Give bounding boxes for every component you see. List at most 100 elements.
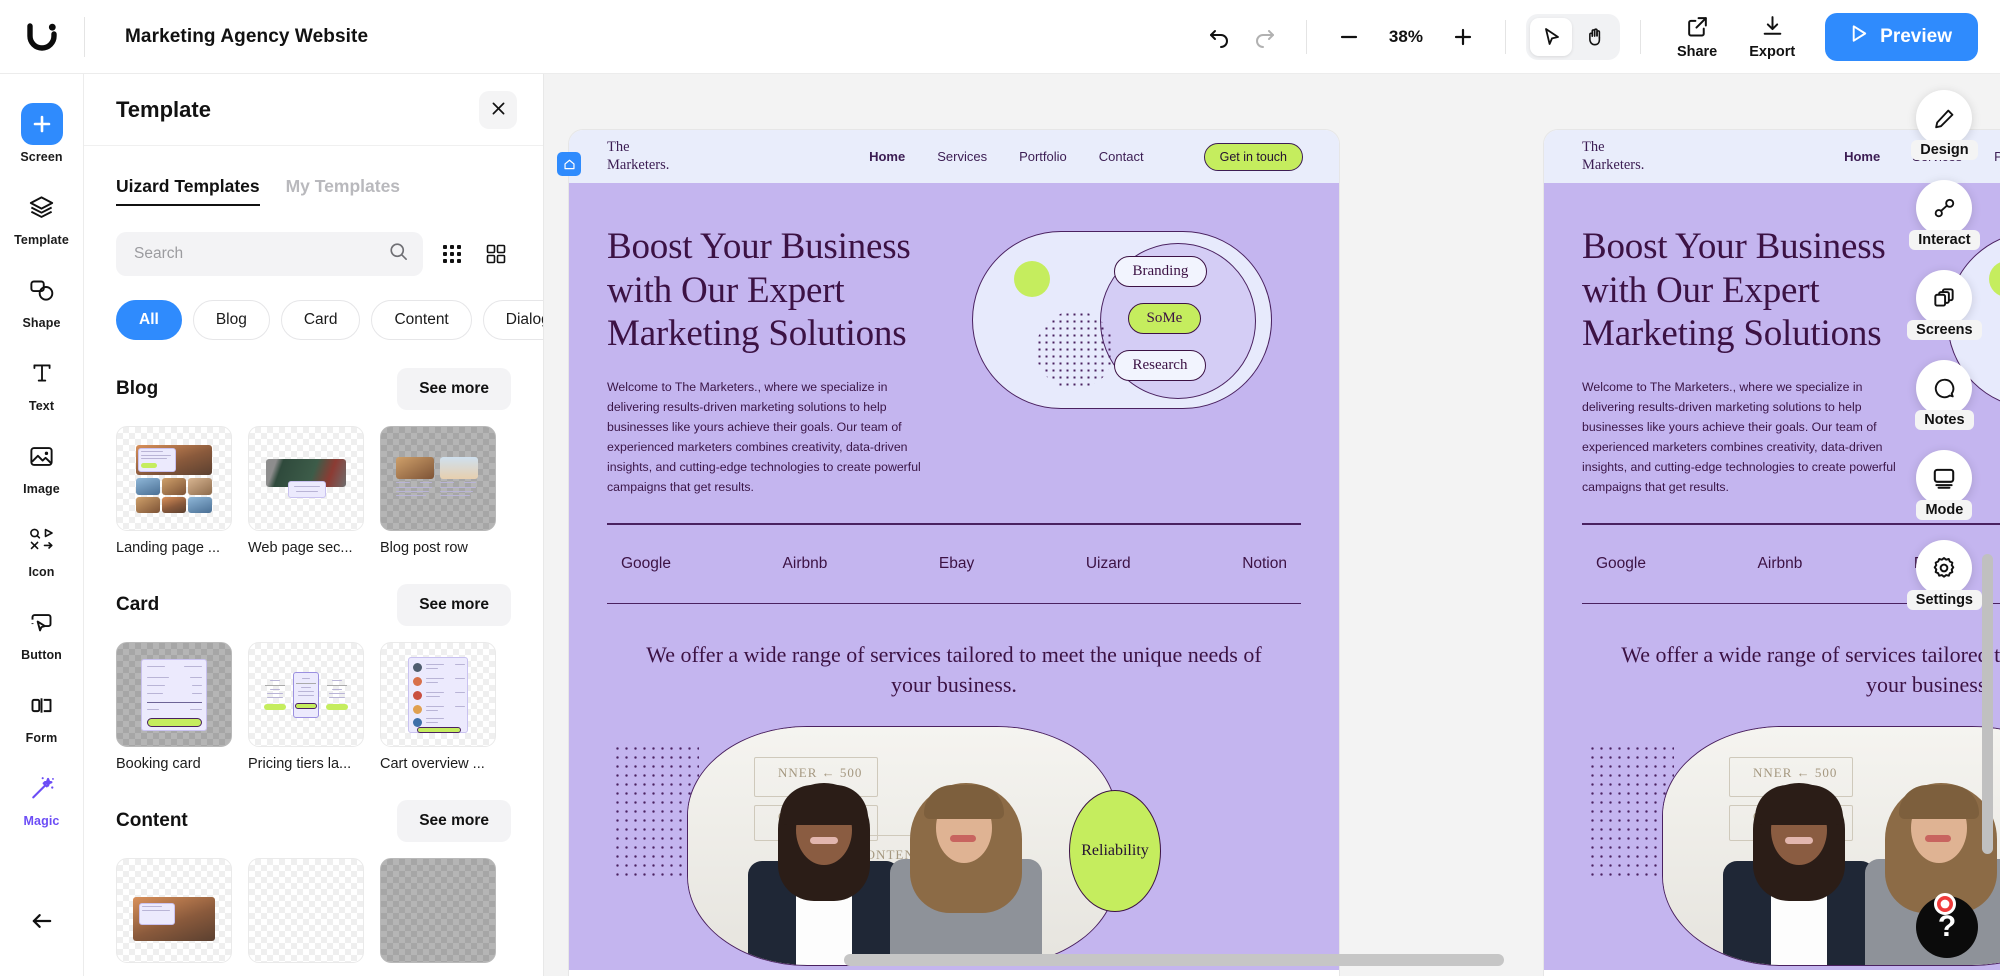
plus-icon	[20, 103, 63, 145]
template-card[interactable]	[380, 858, 496, 972]
template-name: Booking card	[116, 756, 201, 772]
chip-card[interactable]: Card	[280, 300, 361, 340]
team-person-2	[884, 775, 1048, 965]
panel-title: Template	[116, 96, 211, 122]
sidebar-item-button[interactable]: Button	[0, 590, 84, 673]
chip-blog[interactable]: Blog	[192, 300, 270, 340]
team-person-1	[744, 779, 904, 965]
dock-item-interact[interactable]: Interact	[1909, 180, 1980, 250]
venn-pill-research: Research	[1113, 350, 1207, 381]
sidebar-item-form[interactable]: Form	[0, 673, 84, 756]
preview-button[interactable]: Preview	[1825, 12, 1978, 61]
form-icon	[21, 684, 63, 726]
uizard-logo-icon[interactable]	[0, 20, 84, 54]
topbar-divider	[84, 16, 85, 57]
home-icon[interactable]	[557, 152, 581, 176]
close-icon	[490, 100, 507, 120]
sidebar-item-shape[interactable]: Shape	[0, 258, 84, 341]
template-card[interactable]: Booking card	[116, 642, 232, 772]
nav-link-home[interactable]: Home	[869, 149, 905, 164]
chip-dialog[interactable]: Dialog	[482, 300, 543, 340]
dock-item-mode[interactable]: Mode	[1916, 450, 1973, 520]
grid-large-icon[interactable]	[481, 239, 511, 269]
search-input[interactable]	[134, 245, 388, 263]
template-card[interactable]: Landing page ...	[116, 426, 232, 556]
template-card[interactable]: Cart overview ...	[380, 642, 496, 772]
template-grid-content	[116, 858, 511, 972]
hero-copy-2: Boost Your Business with Our Expert Mark…	[1582, 225, 1917, 497]
template-panel-header: Template	[84, 74, 543, 146]
canvas-vertical-scrollbar[interactable]	[1982, 554, 1993, 854]
zoom-out-button[interactable]	[1327, 15, 1371, 59]
template-card[interactable]: Web page sec...	[248, 426, 364, 556]
template-card[interactable]: Blog post row	[380, 426, 496, 556]
client-logo-google: Google	[1596, 554, 1646, 572]
template-thumbnail	[380, 426, 496, 531]
template-name: Blog post row	[380, 540, 468, 556]
cursor-arrow-icon[interactable]	[1529, 17, 1572, 56]
search-row	[116, 232, 511, 276]
zoom-in-button[interactable]	[1441, 15, 1485, 59]
template-card[interactable]	[248, 858, 364, 972]
grid-small-icon[interactable]	[437, 239, 467, 269]
design-canvas[interactable]: The Marketers. Home Services Portfolio C…	[544, 74, 2000, 976]
see-more-card-button[interactable]: See more	[397, 584, 511, 626]
chip-all[interactable]: All	[116, 300, 182, 340]
search-box[interactable]	[116, 232, 423, 276]
sidebar-item-image[interactable]: Image	[0, 424, 84, 507]
sidebar-item-template[interactable]: Template	[0, 175, 84, 258]
help-button[interactable]: ?	[1916, 893, 1978, 958]
site-nav-links: Home Services Portfolio Contact Get in t…	[869, 142, 1303, 171]
undo-button[interactable]	[1198, 15, 1242, 59]
website-preview: The Marketers. Home Services Portfolio C…	[569, 130, 1339, 970]
template-name: Web page sec...	[248, 540, 353, 556]
tab-uizard-templates[interactable]: Uizard Templates	[116, 176, 260, 206]
stacked-screens-icon	[1916, 270, 1973, 326]
search-icon[interactable]	[388, 241, 409, 267]
sidebar-item-screen[interactable]: Screen	[0, 92, 84, 175]
export-button[interactable]: Export	[1733, 10, 1811, 64]
template-card[interactable]: Pricing tiers la...	[248, 642, 364, 772]
text-t-icon	[21, 352, 63, 394]
nav-link-contact[interactable]: Contact	[1099, 149, 1144, 164]
redo-button[interactable]	[1242, 15, 1286, 59]
canvas-horizontal-scrollbar[interactable]	[844, 954, 1504, 966]
dock-item-notes[interactable]: Notes	[1915, 360, 1974, 430]
sidebar-item-icon[interactable]: Icon	[0, 507, 84, 590]
artboard-screen-1[interactable]: The Marketers. Home Services Portfolio C…	[569, 130, 1339, 976]
brand-line-1: The	[607, 139, 630, 156]
sidebar-item-magic[interactable]: Magic	[0, 756, 84, 839]
notification-badge	[1934, 893, 1956, 915]
see-more-content-button[interactable]: See more	[397, 800, 511, 842]
nav-link-services[interactable]: Services	[937, 149, 987, 164]
venn-pill-some: SoMe	[1127, 303, 1202, 334]
collapse-sidebar-button[interactable]	[19, 900, 65, 946]
sidebar-label-form: Form	[25, 731, 58, 745]
dock-item-design[interactable]: Design	[1911, 90, 1978, 160]
hero-illustration: Branding SoMe Research	[942, 225, 1301, 497]
get-in-touch-button[interactable]: Get in touch	[1203, 142, 1303, 171]
chip-content[interactable]: Content	[371, 300, 472, 340]
dock-label-interact: Interact	[1909, 230, 1980, 250]
sidebar-item-text[interactable]: Text	[0, 341, 84, 424]
layers-icon	[21, 186, 63, 228]
client-logos: Google Airbnb Ebay Uizard Notion	[607, 525, 1301, 603]
app-root: Marketing Agency Website 38% Share Expor…	[0, 0, 2000, 976]
template-name: Cart overview ...	[380, 756, 485, 772]
nav-link-portfolio[interactable]: Portfolio	[1994, 149, 2000, 164]
nav-link-home[interactable]: Home	[1844, 149, 1880, 164]
nav-link-portfolio[interactable]: Portfolio	[1019, 149, 1067, 164]
dock-item-screens[interactable]: Screens	[1907, 270, 1982, 340]
download-icon	[1760, 14, 1785, 42]
template-card[interactable]	[116, 858, 232, 972]
tab-my-templates[interactable]: My Templates	[286, 176, 400, 206]
hand-icon[interactable]	[1574, 18, 1616, 56]
sidebar-label-template: Template	[14, 233, 69, 247]
see-more-blog-button[interactable]: See more	[397, 368, 511, 410]
close-panel-button[interactable]	[479, 90, 517, 129]
template-tabs: Uizard Templates My Templates	[116, 146, 511, 206]
right-tool-dock: Design Interact Screens Notes Mode Setti…	[1906, 90, 1982, 610]
dock-item-settings[interactable]: Settings	[1906, 540, 1982, 610]
template-thumbnail	[380, 642, 496, 747]
share-button[interactable]: Share	[1661, 10, 1733, 64]
